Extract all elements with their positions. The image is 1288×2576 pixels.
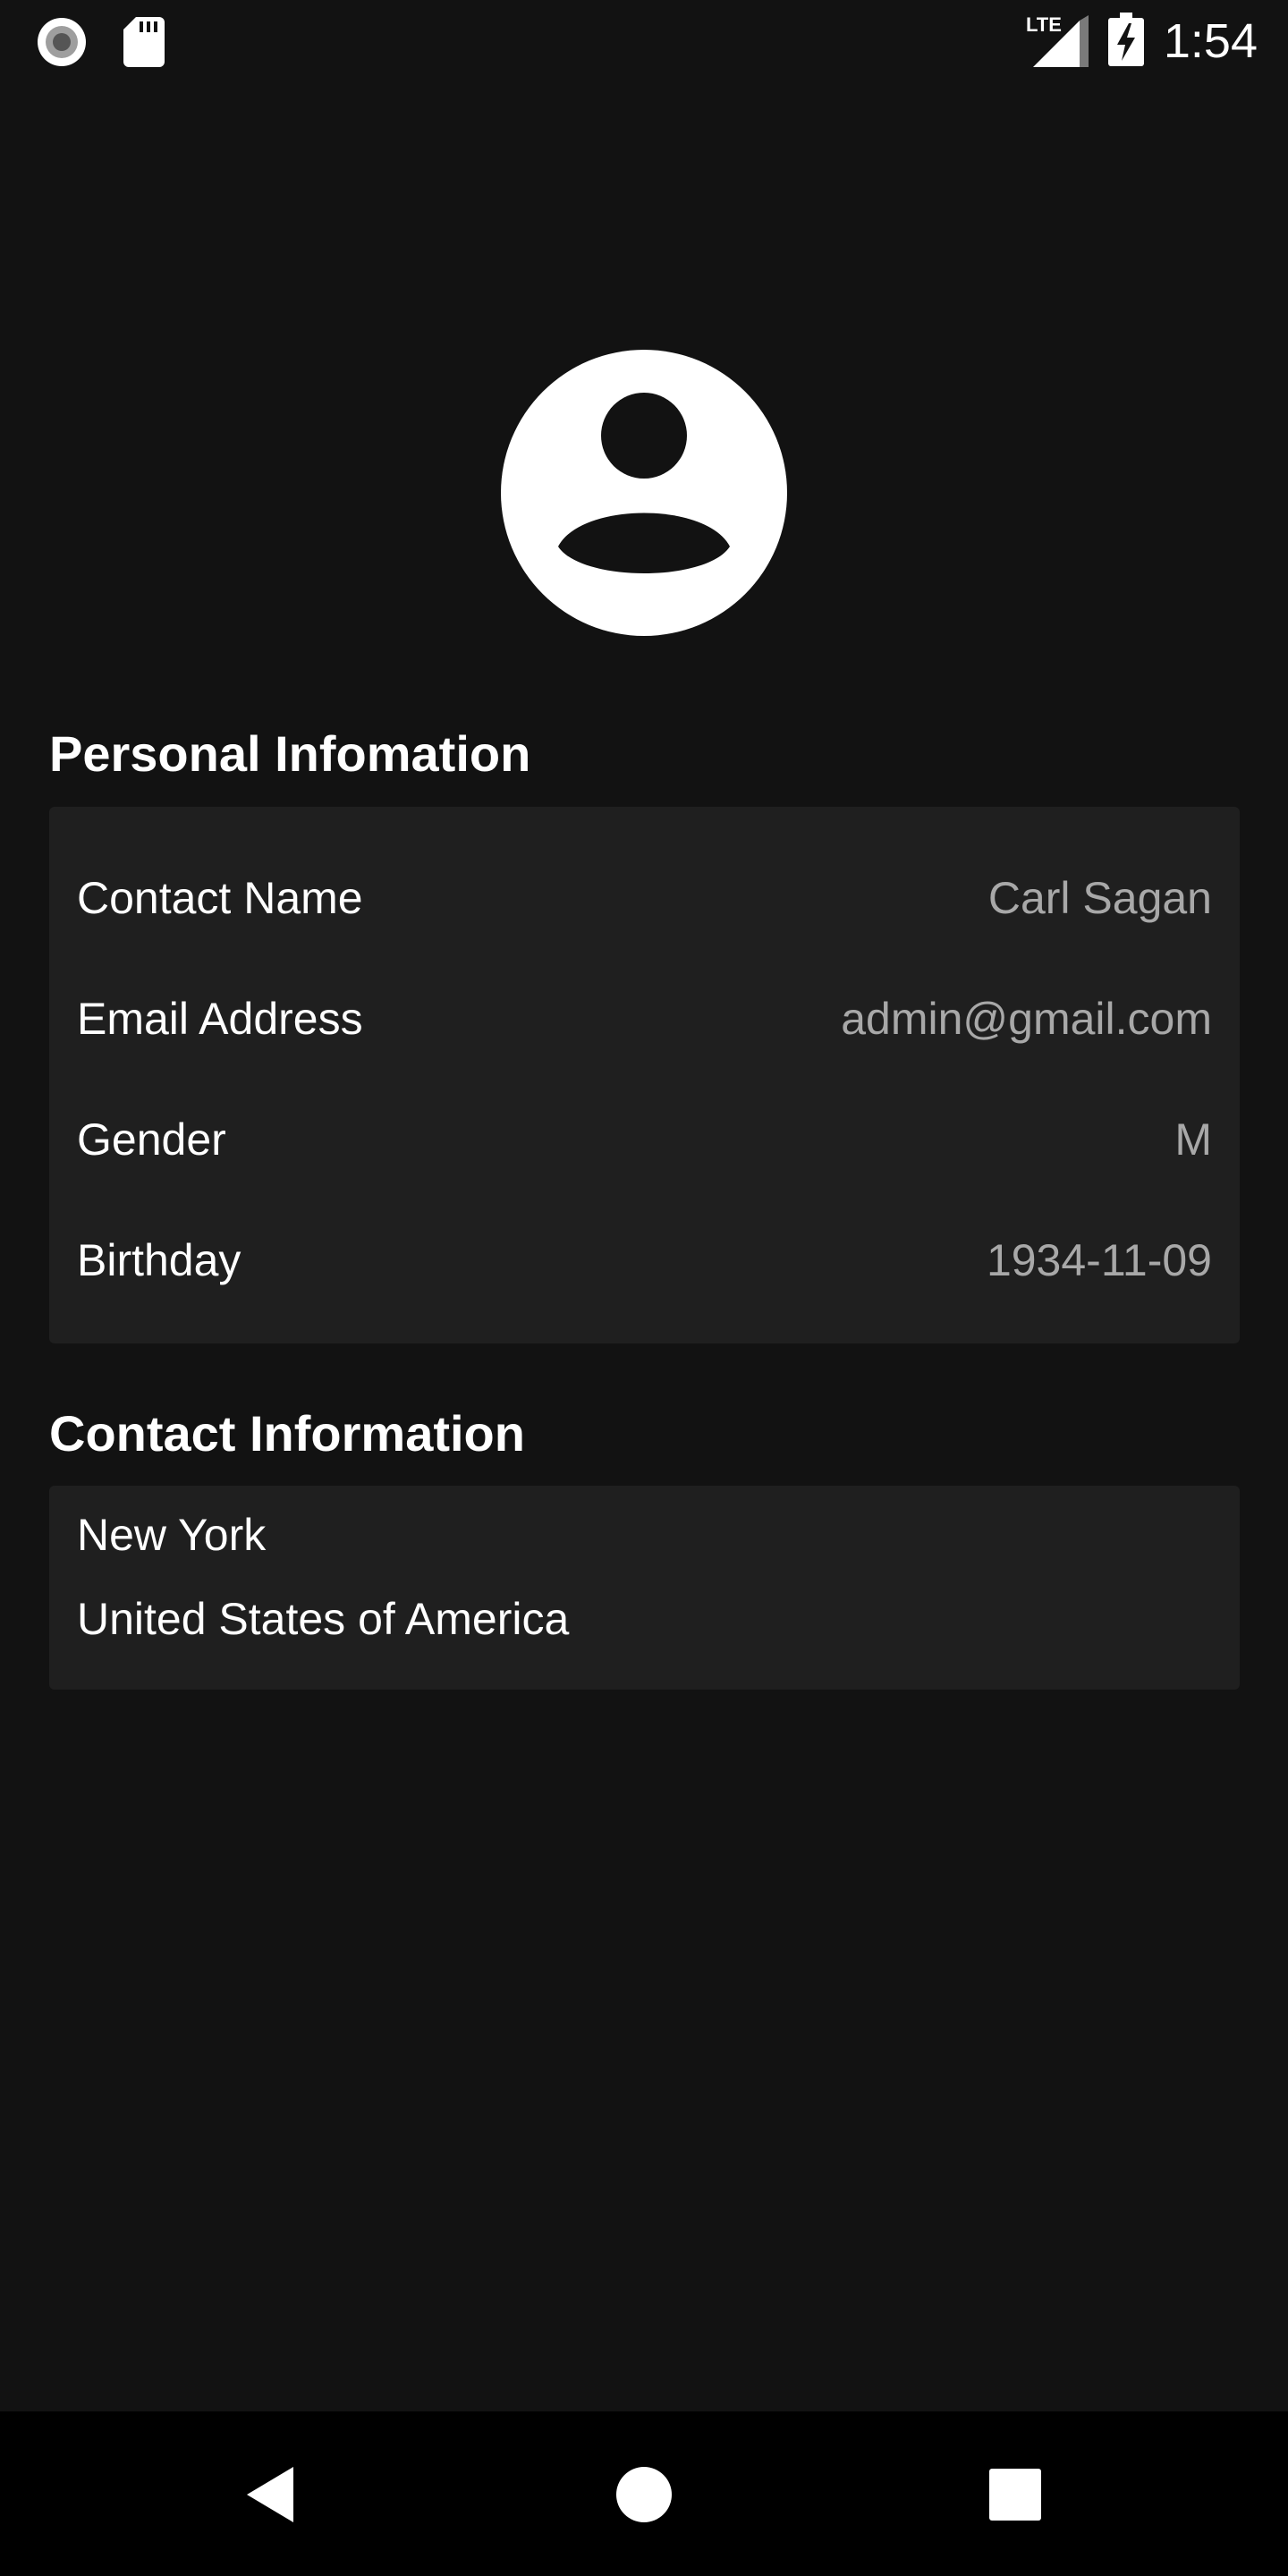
recents-icon[interactable] — [984, 2463, 1046, 2526]
home-icon[interactable] — [613, 2463, 675, 2526]
personal-info-heading: Personal Infomation — [49, 725, 531, 782]
contact-info-card: New York United States of America — [49, 1486, 1240, 1690]
city-text: New York — [77, 1510, 267, 1560]
row-value: 1934-11-09 — [986, 1235, 1212, 1285]
account-circle-icon — [501, 350, 787, 636]
gender-row: Gender M — [77, 1104, 1212, 1175]
row-label: Gender — [77, 1114, 226, 1165]
clock: 1:54 — [1163, 14, 1258, 68]
row-label: Email Address — [77, 994, 363, 1044]
signal-icon: LTE — [1026, 12, 1089, 72]
contact-info-heading: Contact Information — [49, 1405, 525, 1462]
row-value: M — [1174, 1114, 1212, 1165]
back-icon[interactable] — [242, 2463, 304, 2526]
navigation-bar — [0, 2411, 1288, 2576]
email-address-row: Email Address admin@gmail.com — [77, 983, 1212, 1055]
record-icon — [36, 16, 88, 72]
sd-card-icon — [123, 17, 165, 72]
personal-info-card: Contact Name Carl Sagan Email Address ad… — [49, 807, 1240, 1343]
country-text: United States of America — [77, 1594, 570, 1644]
row-label: Birthday — [77, 1235, 242, 1285]
birthday-row: Birthday 1934-11-09 — [77, 1224, 1212, 1296]
row-value: admin@gmail.com — [841, 994, 1212, 1044]
row-label: Contact Name — [77, 873, 363, 923]
row-value: Carl Sagan — [987, 873, 1212, 923]
battery-charging-icon — [1107, 12, 1144, 71]
status-bar: LTE 1:54 — [0, 0, 1288, 82]
network-type-label: LTE — [1026, 13, 1062, 36]
contact-name-row: Contact Name Carl Sagan — [77, 862, 1212, 934]
